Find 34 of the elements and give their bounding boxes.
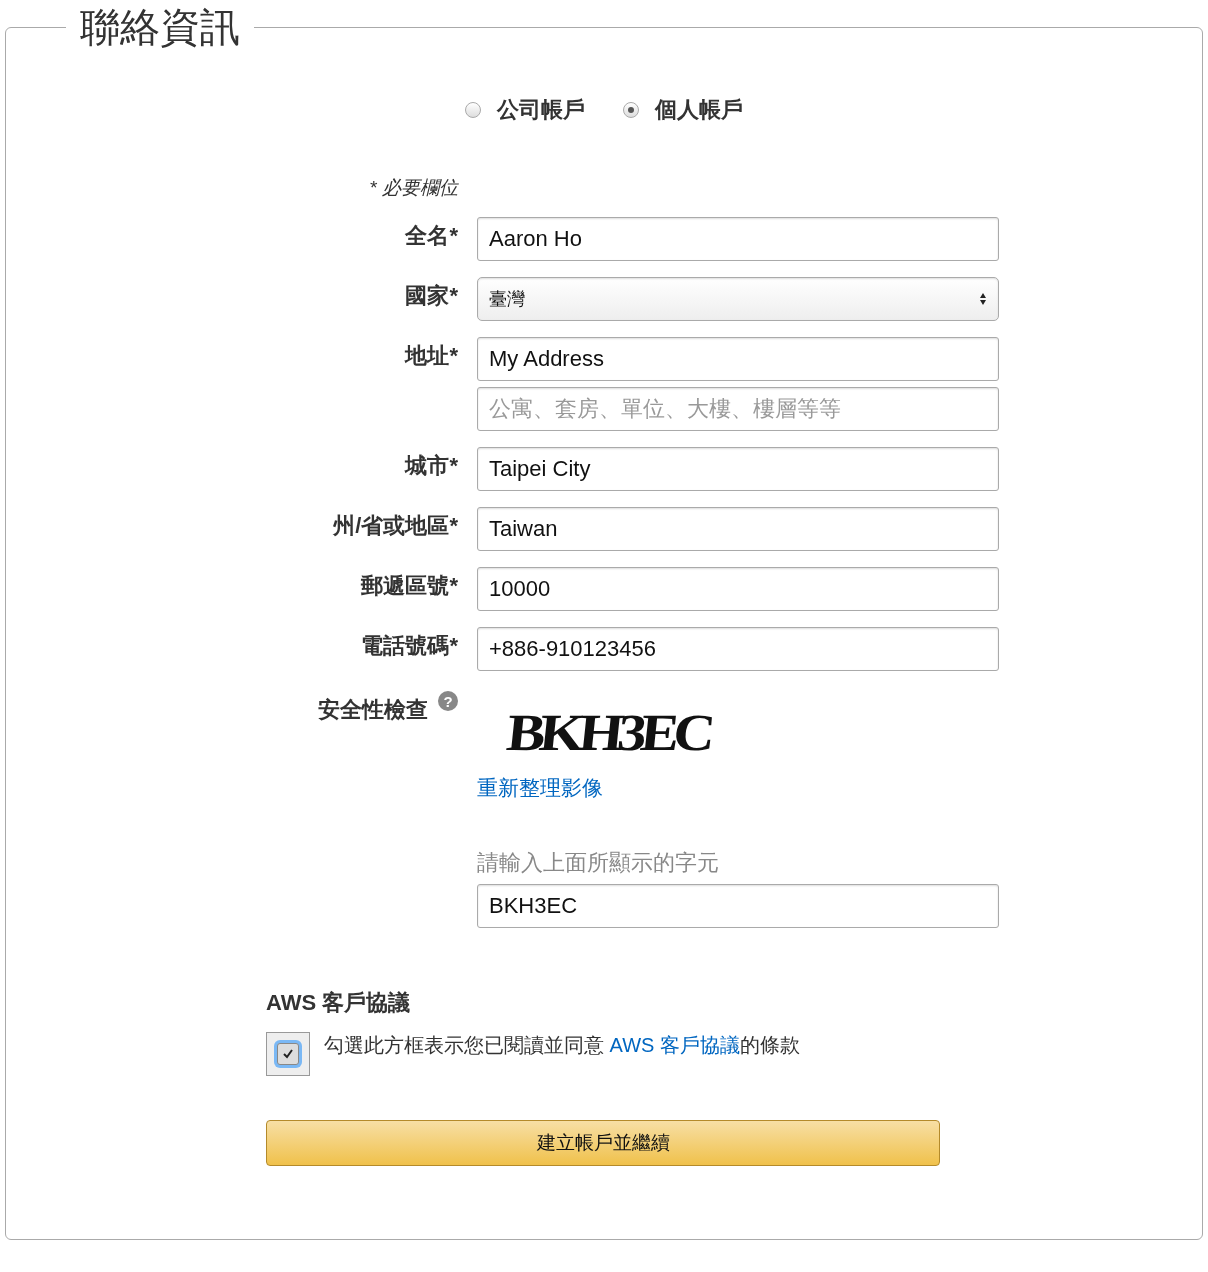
text-input[interactable]: Taiwan [477,507,999,551]
dropdown-arrows-icon [979,292,987,306]
field-label: 全名* [405,222,458,250]
section-title: 聯絡資訊 [79,4,241,51]
radio-label[interactable]: 個人帳戶 [655,95,743,125]
field-label: 郵遞區號* [361,572,458,600]
text-input[interactable]: Taipei City [477,447,999,491]
text-input[interactable]: 公寓、套房、單位、大樓、樓層等等 [477,387,999,431]
captcha-image: BKH3EC [503,702,713,763]
agreement-link[interactable]: AWS 客戶協議 [609,1034,740,1056]
security-label: 安全性檢查 [318,696,428,724]
captcha-input[interactable]: BKH3EC [477,884,999,928]
text-input[interactable]: My Address [477,337,999,381]
field-label: 電話號碼* [361,632,458,660]
agreement-text: 勾選此方框表示您已閱讀並同意 AWS 客戶協議的條款 [324,1033,800,1058]
create-account-button[interactable]: 建立帳戶並繼續 [266,1120,940,1166]
radio-button[interactable] [623,102,639,118]
country-select[interactable]: 臺灣 [477,277,999,321]
help-icon[interactable]: ? [438,691,458,711]
captcha-prompt: 請輸入上面所顯示的字元 [477,849,720,877]
radio-button[interactable] [465,102,481,118]
field-label: 國家* [405,282,458,310]
field-label: 州/省或地區* [333,512,458,540]
check-icon [282,1048,294,1060]
radio-label[interactable]: 公司帳戶 [497,95,585,125]
refresh-image-link[interactable]: 重新整理影像 [477,774,603,802]
text-input[interactable]: Aaron Ho [477,217,999,261]
agreement-checkbox[interactable] [266,1032,310,1076]
text-input[interactable]: +886-910123456 [477,627,999,671]
agreement-heading: AWS 客戶協議 [266,989,412,1017]
required-note: * 必要欄位 [369,176,458,200]
field-label: 地址* [405,342,458,370]
field-label: 城市* [405,452,458,480]
text-input[interactable]: 10000 [477,567,999,611]
